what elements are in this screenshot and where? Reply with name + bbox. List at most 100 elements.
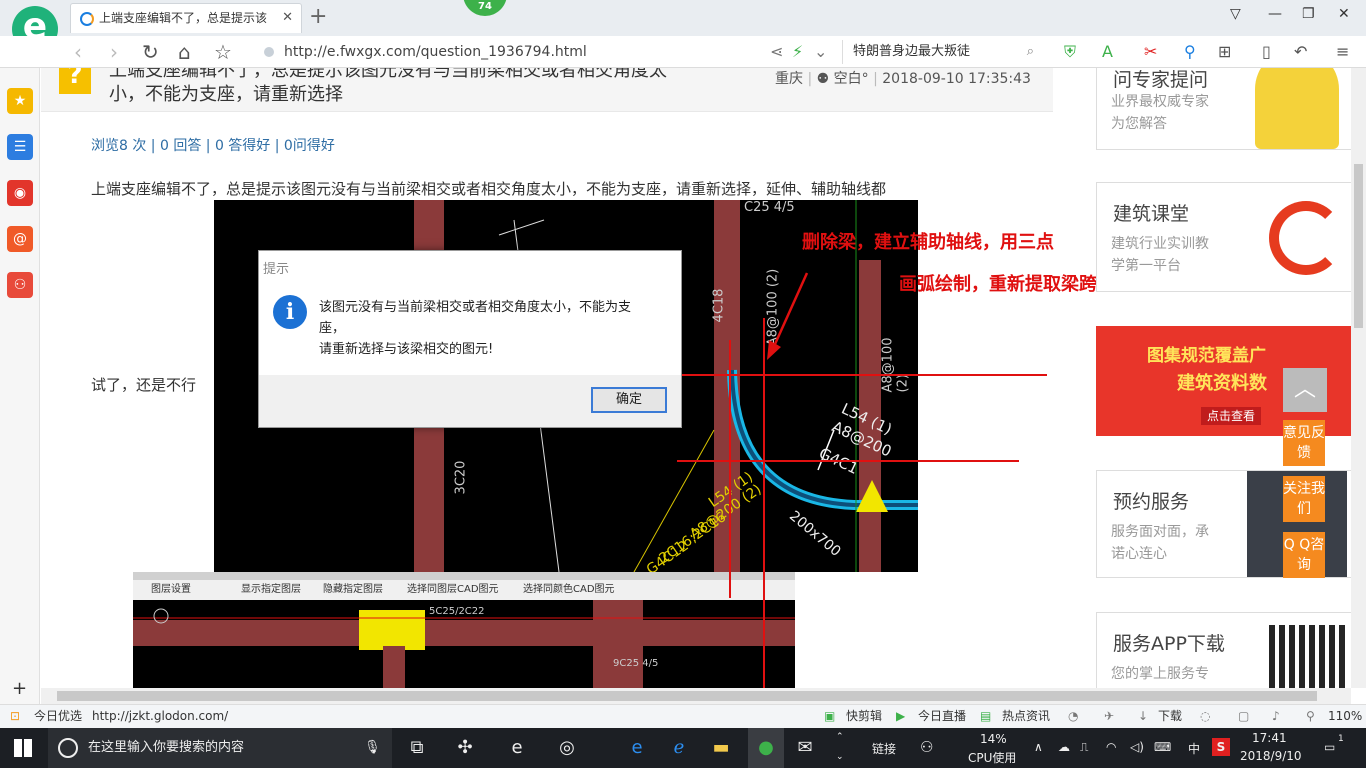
ad-sub: 诺心连心 <box>1111 546 1167 562</box>
sound-icon[interactable]: ♪ <box>1272 705 1280 728</box>
hot-search-text: 特朗普身边最大叛徒 <box>853 44 971 59</box>
taskbar: 在这里输入你要搜索的内容 🎙 ⧉ ✣ e ◎ e ℯ ▬ ● ✉ ⌃ ⌄ 链接 … <box>0 728 1366 768</box>
pin-icon[interactable]: ✈ <box>1104 705 1114 728</box>
restore-button[interactable]: ❐ <box>1302 6 1315 22</box>
status-news[interactable]: 热点资讯 <box>1002 705 1050 728</box>
class-logo-icon <box>1269 201 1343 275</box>
tab-title: 上端支座编辑不了，总是提示该 <box>99 11 268 25</box>
feedback-button[interactable]: 意见反馈 <box>1283 420 1325 466</box>
status-bar: ⊡ 今日优选 http://jzkt.glodon.com/ ▣ 快剪辑 ▶ 今… <box>0 704 1366 728</box>
gift-icon[interactable]: ⊡ <box>10 705 20 728</box>
ad-title: 建筑课堂 <box>1113 203 1190 225</box>
status-live[interactable]: 今日直播 <box>918 705 966 728</box>
ime-indicator[interactable]: 中 <box>1188 740 1200 757</box>
menu-icon[interactable]: ≡ <box>1336 42 1349 62</box>
weibo-icon[interactable]: ◉ <box>7 180 33 206</box>
mail-app-icon[interactable]: ✉ <box>792 736 818 760</box>
hot-search-input[interactable]: 特朗普身边最大叛徒 ⌕ <box>842 40 1042 64</box>
app-spiral-icon[interactable]: ◎ <box>554 736 580 760</box>
left-sidebar: ★ ☰ ◉ @ ⚇ + <box>0 68 40 704</box>
tray-expand-icon[interactable]: ∧ <box>1034 740 1043 754</box>
share-icon[interactable]: ⋖ <box>770 42 783 62</box>
sidebar-add-icon[interactable]: + <box>12 678 27 699</box>
vertical-scroll-thumb[interactable] <box>1354 164 1363 328</box>
back-icon[interactable]: ‹ <box>74 40 82 64</box>
keyboard-icon[interactable]: ⌨ <box>1154 740 1171 754</box>
search-icon[interactable]: ⌕ <box>1027 40 1034 64</box>
vertical-scrollbar[interactable] <box>1351 68 1366 688</box>
magnifier-icon[interactable]: ⚲ <box>1184 42 1196 62</box>
tab-active[interactable]: 上端支座编辑不了，总是提示该 ✕ <box>70 3 302 33</box>
zoom-icon[interactable]: ⚲ <box>1306 705 1315 728</box>
tab-close-icon[interactable]: ✕ <box>282 4 293 32</box>
mic-icon[interactable]: 🎙 <box>364 728 381 768</box>
clock-time[interactable]: 17:41 <box>1252 731 1287 745</box>
translate-icon[interactable]: A <box>1102 42 1113 62</box>
folder-icon[interactable]: ▬ <box>708 736 734 760</box>
status-quick-cut[interactable]: 快剪辑 <box>846 705 882 728</box>
status-today-picks[interactable]: 今日优选 <box>34 705 82 728</box>
tray-scroll-up-icon[interactable]: ⌃ <box>836 732 844 742</box>
undo-icon[interactable]: ↶ <box>1294 42 1307 62</box>
chevron-down-icon[interactable]: ⌄ <box>814 42 827 62</box>
favorite-star-icon[interactable]: ☆ <box>214 40 232 64</box>
quick-cut-icon[interactable]: ▣ <box>824 705 835 728</box>
ad-link[interactable]: 点击查看 <box>1201 407 1262 425</box>
window-icon[interactable]: ▢ <box>1238 705 1249 728</box>
windows-start-icon[interactable] <box>14 739 32 757</box>
tray-cloud-icon[interactable]: ☁ <box>1058 740 1070 754</box>
url-input[interactable]: http://e.fwxgx.com/question_1936794.html <box>258 40 763 64</box>
fan-app-icon[interactable]: ✣ <box>452 736 478 760</box>
horizontal-scrollbar[interactable] <box>41 688 1351 704</box>
sogou-s-icon[interactable]: S <box>1212 738 1230 756</box>
minimize-button[interactable]: — <box>1268 6 1282 22</box>
ad-sub: 学第一平台 <box>1111 258 1181 274</box>
apps-icon[interactable]: ⊞ <box>1218 42 1231 62</box>
link-toolbar[interactable]: 链接 <box>872 740 896 757</box>
device-icon[interactable]: ▯ <box>1262 42 1271 62</box>
ad-building-class[interactable]: 建筑课堂 建筑行业实训教 学第一平台 <box>1096 182 1351 292</box>
browser-e-icon[interactable]: e <box>504 736 530 760</box>
refresh-icon[interactable]: ↻ <box>142 40 159 64</box>
download-icon[interactable]: ↓ <box>1138 705 1148 728</box>
ad-sub: 您的掌上服务专 <box>1111 666 1209 682</box>
game-icon[interactable]: ⚇ <box>7 272 33 298</box>
scissors-icon[interactable]: ✂ <box>1144 42 1157 62</box>
back-to-top-button[interactable]: ︿ <box>1283 368 1327 412</box>
close-button[interactable]: ✕ <box>1338 6 1350 22</box>
qr-code-icon <box>1269 625 1347 688</box>
new-tab-button[interactable]: + <box>309 3 327 31</box>
forward-icon[interactable]: › <box>110 40 118 64</box>
taskbar-search[interactable]: 在这里输入你要搜索的内容 🎙 <box>48 728 392 768</box>
status-zoom[interactable]: 110% <box>1328 705 1362 728</box>
skin-icon[interactable]: ▽ <box>1230 6 1241 22</box>
task-view-icon[interactable]: ⧉ <box>404 736 430 760</box>
tray-device-icon[interactable]: ⎍ <box>1080 740 1088 755</box>
lightning-icon[interactable]: ⚡ <box>792 42 803 62</box>
notification-icon[interactable]: ▭ <box>1324 740 1335 754</box>
speed-badge[interactable]: 74 <box>463 0 507 16</box>
ad-app-download[interactable]: 服务APP下载 您的掌上服务专 <box>1096 612 1351 688</box>
qq-consult-button[interactable]: Q Q咨询 <box>1283 532 1325 578</box>
home-icon[interactable]: ⌂ <box>178 40 191 64</box>
news-icon[interactable]: ▤ <box>980 705 991 728</box>
horizontal-scroll-thumb[interactable] <box>57 691 1317 701</box>
cleanup-icon[interactable]: ◌ <box>1200 705 1210 728</box>
speed-icon[interactable]: ◔ <box>1068 705 1078 728</box>
clock-date[interactable]: 2018/9/10 <box>1240 749 1302 763</box>
shield-icon[interactable]: ⛨ <box>1064 42 1076 62</box>
volume-icon[interactable]: ◁) <box>1130 740 1144 754</box>
wifi-icon[interactable]: ◠ <box>1106 740 1116 754</box>
status-download[interactable]: 下载 <box>1158 705 1182 728</box>
live-icon[interactable]: ▶ <box>896 705 905 728</box>
browser-360-icon[interactable]: ● <box>748 728 784 768</box>
favorites-star-icon[interactable]: ★ <box>7 88 33 114</box>
ie-icon[interactable]: ℯ <box>666 736 692 760</box>
mail-icon[interactable]: @ <box>7 226 33 252</box>
follow-us-button[interactable]: 关注我们 <box>1283 476 1325 522</box>
reading-list-icon[interactable]: ☰ <box>7 134 33 160</box>
tray-scroll-down-icon[interactable]: ⌄ <box>836 752 844 762</box>
ad-ask-expert[interactable]: 问专家提问 业界最权威专家 为您解答 <box>1096 68 1351 150</box>
edge-icon[interactable]: e <box>624 736 650 760</box>
people-icon[interactable]: ⚇ <box>920 738 933 756</box>
